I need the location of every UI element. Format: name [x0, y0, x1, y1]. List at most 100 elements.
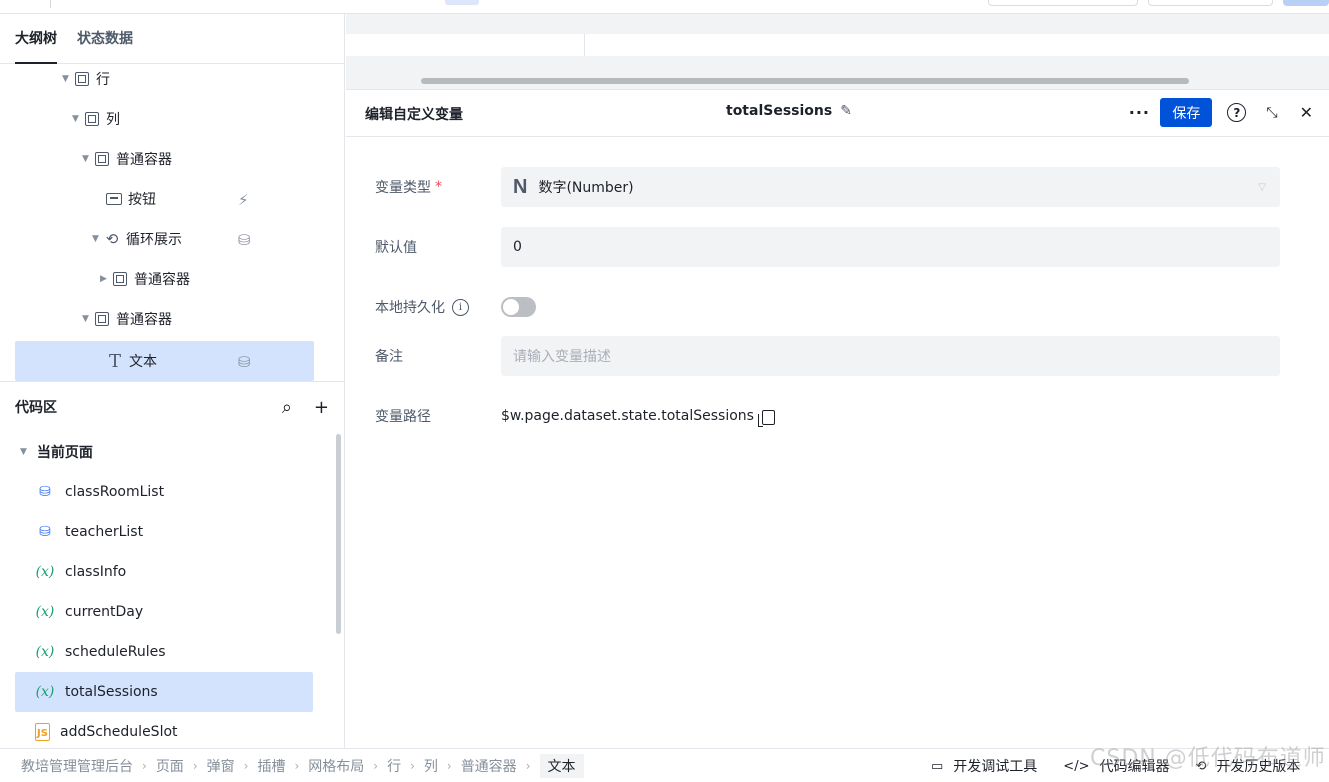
tree-node-button[interactable]: 按钮 ⚡ [106, 179, 314, 219]
tab-state-data[interactable]: 状态数据 [77, 14, 133, 64]
breadcrumb-item[interactable]: 插槽 [257, 756, 285, 776]
code-item-addscheduleslot[interactable]: JS addScheduleSlot [15, 712, 313, 752]
code-list-scrollbar[interactable] [336, 434, 341, 634]
toolbar-active-item[interactable] [445, 0, 479, 5]
breadcrumb-item[interactable]: 弹窗 [207, 756, 235, 776]
code-area-title: 代码区 [15, 400, 57, 416]
breadcrumb-item[interactable]: 网格布局 [308, 756, 364, 776]
canvas-horizontal-scrollbar[interactable] [421, 78, 1189, 84]
code-item-classroomlist[interactable]: ⛁ classRoomList [15, 472, 313, 512]
database-icon[interactable]: ⛁ [238, 353, 251, 371]
code-editor-button[interactable]: </> 代码编辑器 [1063, 756, 1169, 776]
button-icon [106, 191, 122, 207]
toolbar-primary-button[interactable] [1283, 0, 1329, 6]
left-tabs: 大纲树 状态数据 [0, 14, 344, 64]
container-icon [94, 151, 110, 167]
form-row-type: 变量类型 * N 数字(Number) ▽ [346, 167, 1329, 207]
search-icon[interactable]: ⌕ [282, 397, 292, 418]
tree-node-text[interactable]: T 文本 ⛁ [15, 341, 314, 381]
container-icon [84, 111, 100, 127]
lightning-icon[interactable]: ⚡ [238, 191, 249, 209]
code-icon: </> [1063, 758, 1090, 774]
code-item-totalsessions[interactable]: (x) totalSessions [15, 672, 313, 712]
caret-down-icon[interactable]: ▼ [20, 447, 27, 457]
code-item-teacherlist[interactable]: ⛁ teacherList [15, 512, 313, 552]
code-item-currentday[interactable]: (x) currentDay [15, 592, 313, 632]
tree-node-container[interactable]: ▼ 普通容器 [82, 299, 172, 339]
database-icon[interactable]: ⛁ [238, 231, 251, 249]
code-item-label: classInfo [65, 564, 127, 580]
code-item-classinfo[interactable]: (x) classInfo [15, 552, 313, 592]
copy-icon[interactable] [757, 409, 775, 427]
breadcrumb: 教培管理管理后台 › 页面 › 弹窗 › 插槽 › 网格布局 › 行 › 列 › 普通容器 › … [0, 753, 584, 778]
caret-down-icon[interactable]: ▼ [82, 314, 94, 324]
chevron-right-icon: › [243, 758, 249, 773]
persist-toggle[interactable] [501, 297, 536, 317]
breadcrumb-item[interactable]: 普通容器 [461, 756, 517, 776]
breadcrumb-item[interactable]: 教培管理管理后台 [21, 756, 133, 776]
caret-down-icon[interactable]: ▼ [92, 234, 104, 244]
toolbar-select[interactable] [1148, 0, 1273, 6]
caret-down-icon[interactable]: ▼ [82, 154, 94, 164]
code-item-schedulerules[interactable]: (x) scheduleRules [15, 632, 313, 672]
chevron-right-icon: › [446, 758, 452, 773]
caret-down-icon[interactable]: ▼ [62, 74, 74, 84]
type-label-text: 变量类型 [375, 180, 431, 196]
tree-node-row[interactable]: ▼ 行 [62, 59, 110, 99]
tree-node-label: 普通容器 [116, 152, 172, 168]
add-icon[interactable]: + [314, 397, 329, 418]
current-page-section[interactable]: ▼ 当前页面 [0, 432, 344, 472]
top-toolbar-strip [0, 0, 1329, 14]
variable-icon: (x) [35, 564, 55, 580]
save-button[interactable]: 保存 [1160, 98, 1213, 127]
note-input[interactable]: 请输入变量描述 [501, 336, 1280, 376]
tree-node-loop[interactable]: ▼ ⟲ 循环展示 ⛁ [92, 219, 314, 259]
debug-tools-button[interactable]: ▭ 开发调试工具 [931, 756, 1037, 776]
breadcrumb-item[interactable]: 列 [424, 756, 438, 776]
tab-outline-tree[interactable]: 大纲树 [15, 14, 57, 64]
canvas-divider [584, 34, 585, 56]
note-label: 备注 [375, 349, 403, 365]
app-root: 大纲树 状态数据 ▼ 行 ▼ 列 ▼ 普通容器 按钮 ⚡ ▼ ⟲ 循环展示 ⛁ … [0, 0, 1329, 782]
collapse-icon[interactable]: ⤡ [1266, 105, 1277, 121]
more-icon[interactable]: ··· [1123, 103, 1155, 122]
code-item-label: totalSessions [65, 684, 158, 700]
chevron-right-icon: › [410, 758, 415, 773]
canvas-content [346, 34, 1329, 56]
path-label: 变量路径 [375, 409, 431, 425]
form-row-default: 默认值 0 [346, 227, 1329, 267]
tool-label: 开发历史版本 [1216, 759, 1301, 775]
help-icon[interactable]: ? [1227, 103, 1247, 122]
tree-node-label: 循环展示 [126, 232, 182, 248]
breadcrumb-item-current[interactable]: 文本 [539, 753, 584, 778]
form-row-note: 备注 请输入变量描述 [346, 336, 1329, 376]
bottom-bar: 教培管理管理后台 › 页面 › 弹窗 › 插槽 › 网格布局 › 行 › 列 › 普通容器 › … [0, 748, 1329, 782]
breadcrumb-item[interactable]: 行 [387, 756, 401, 776]
tree-node-container[interactable]: ▶ 普通容器 [100, 259, 190, 299]
variable-name-display: totalSessions ✎ [726, 103, 852, 119]
tree-node-label: 行 [96, 72, 110, 88]
type-select[interactable]: N 数字(Number) ▽ [501, 167, 1280, 207]
code-item-label: teacherList [65, 524, 144, 540]
tree-node-column[interactable]: ▼ 列 [72, 99, 120, 139]
variable-icon: (x) [35, 684, 55, 700]
path-display: $w.page.dataset.state.totalSessions [501, 408, 775, 427]
caret-right-icon[interactable]: ▶ [100, 274, 112, 284]
chevron-right-icon: › [142, 758, 147, 773]
variable-editor-panel: 编辑自定义变量 totalSessions ✎ ··· 保存 ? ⤡ ✕ 变量类… [346, 89, 1329, 748]
toolbar-select[interactable] [988, 0, 1138, 6]
chevron-right-icon: › [373, 758, 379, 773]
history-button[interactable]: ⟲ 开发历史版本 [1195, 756, 1300, 776]
caret-down-icon[interactable]: ▼ [72, 114, 84, 124]
code-item-label: scheduleRules [65, 644, 166, 660]
info-icon[interactable]: i [452, 298, 469, 316]
close-icon[interactable]: ✕ [1300, 103, 1313, 122]
variable-icon: (x) [35, 644, 55, 660]
default-value-input[interactable]: 0 [501, 227, 1280, 267]
edit-pencil-icon[interactable]: ✎ [840, 103, 852, 119]
tree-node-container[interactable]: ▼ 普通容器 [82, 139, 172, 179]
chevron-down-icon: ▽ [1258, 181, 1266, 193]
editor-actions: ··· 保存 ? ⤡ ✕ [1123, 98, 1313, 127]
breadcrumb-item[interactable]: 页面 [156, 756, 184, 776]
path-value: $w.page.dataset.state.totalSessions [501, 408, 754, 424]
